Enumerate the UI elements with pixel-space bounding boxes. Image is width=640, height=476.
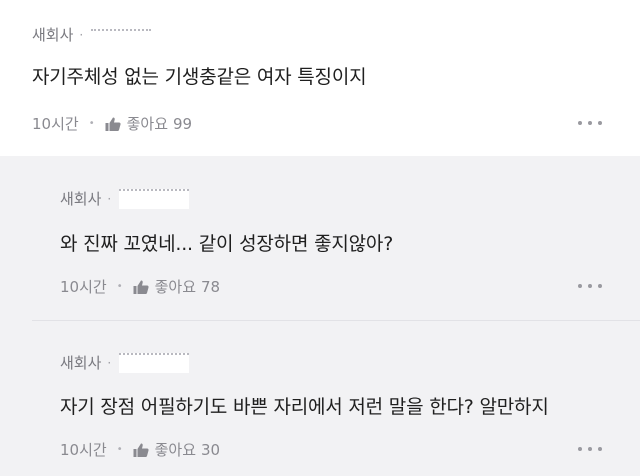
comment-text: 자기주체성 없는 기생충같은 여자 특징이지	[32, 66, 367, 88]
comment: 새회사 · 자기주체성 없는 기생충같은 여자 특징이지 10시간 • 좋아요 …	[0, 0, 640, 156]
reply-footer: 10시간 • 좋아요 30	[60, 439, 220, 460]
meta-separator: ·	[107, 355, 112, 370]
meta-separator: ·	[107, 191, 112, 206]
thumbs-up-icon	[133, 280, 149, 294]
author-company: 새회사	[60, 354, 102, 372]
author-company: 새회사	[60, 190, 102, 208]
masked-nickname	[91, 28, 152, 41]
reply-time: 10시간	[60, 441, 107, 459]
reply-divider	[32, 320, 640, 321]
footer-separator: •	[88, 118, 95, 129]
like-label: 좋아요	[154, 441, 196, 459]
comment-footer: 10시간 • 좋아요 99	[32, 113, 192, 134]
like-count: 99	[173, 114, 193, 133]
masked-nickname	[119, 188, 190, 209]
reply-text: 와 진짜 꼬였네... 같이 성장하면 좋지않아?	[60, 233, 394, 255]
more-options-icon[interactable]	[578, 281, 602, 291]
like-label: 좋아요	[126, 115, 168, 133]
footer-separator: •	[116, 281, 123, 292]
footer-separator: •	[116, 444, 123, 455]
meta-separator: ·	[79, 27, 84, 42]
author-company: 새회사	[32, 26, 74, 44]
masked-nickname	[119, 352, 190, 373]
like-count: 30	[201, 440, 221, 459]
reply-footer: 10시간 • 좋아요 78	[60, 276, 220, 297]
more-options-icon[interactable]	[578, 444, 602, 454]
reply-time: 10시간	[60, 278, 107, 296]
thumbs-up-icon	[105, 117, 121, 131]
like-label: 좋아요	[154, 278, 196, 296]
like-button[interactable]: 좋아요 30	[133, 439, 221, 460]
reply-list: 새회사 · 와 진짜 꼬였네... 같이 성장하면 좋지않아? 10시간 • 좋…	[0, 156, 640, 476]
comment-time: 10시간	[32, 115, 79, 133]
like-button[interactable]: 좋아요 99	[105, 113, 193, 134]
like-count: 78	[201, 277, 221, 296]
thumbs-up-icon	[133, 443, 149, 457]
more-options-icon[interactable]	[578, 118, 602, 128]
reply-text: 자기 장점 어필하기도 바쁜 자리에서 저런 말을 한다? 알만하지	[60, 396, 549, 418]
like-button[interactable]: 좋아요 78	[133, 276, 221, 297]
reply-meta: 새회사 ·	[60, 352, 190, 373]
comment-meta: 새회사 ·	[32, 24, 152, 45]
reply-meta: 새회사 ·	[60, 188, 190, 209]
